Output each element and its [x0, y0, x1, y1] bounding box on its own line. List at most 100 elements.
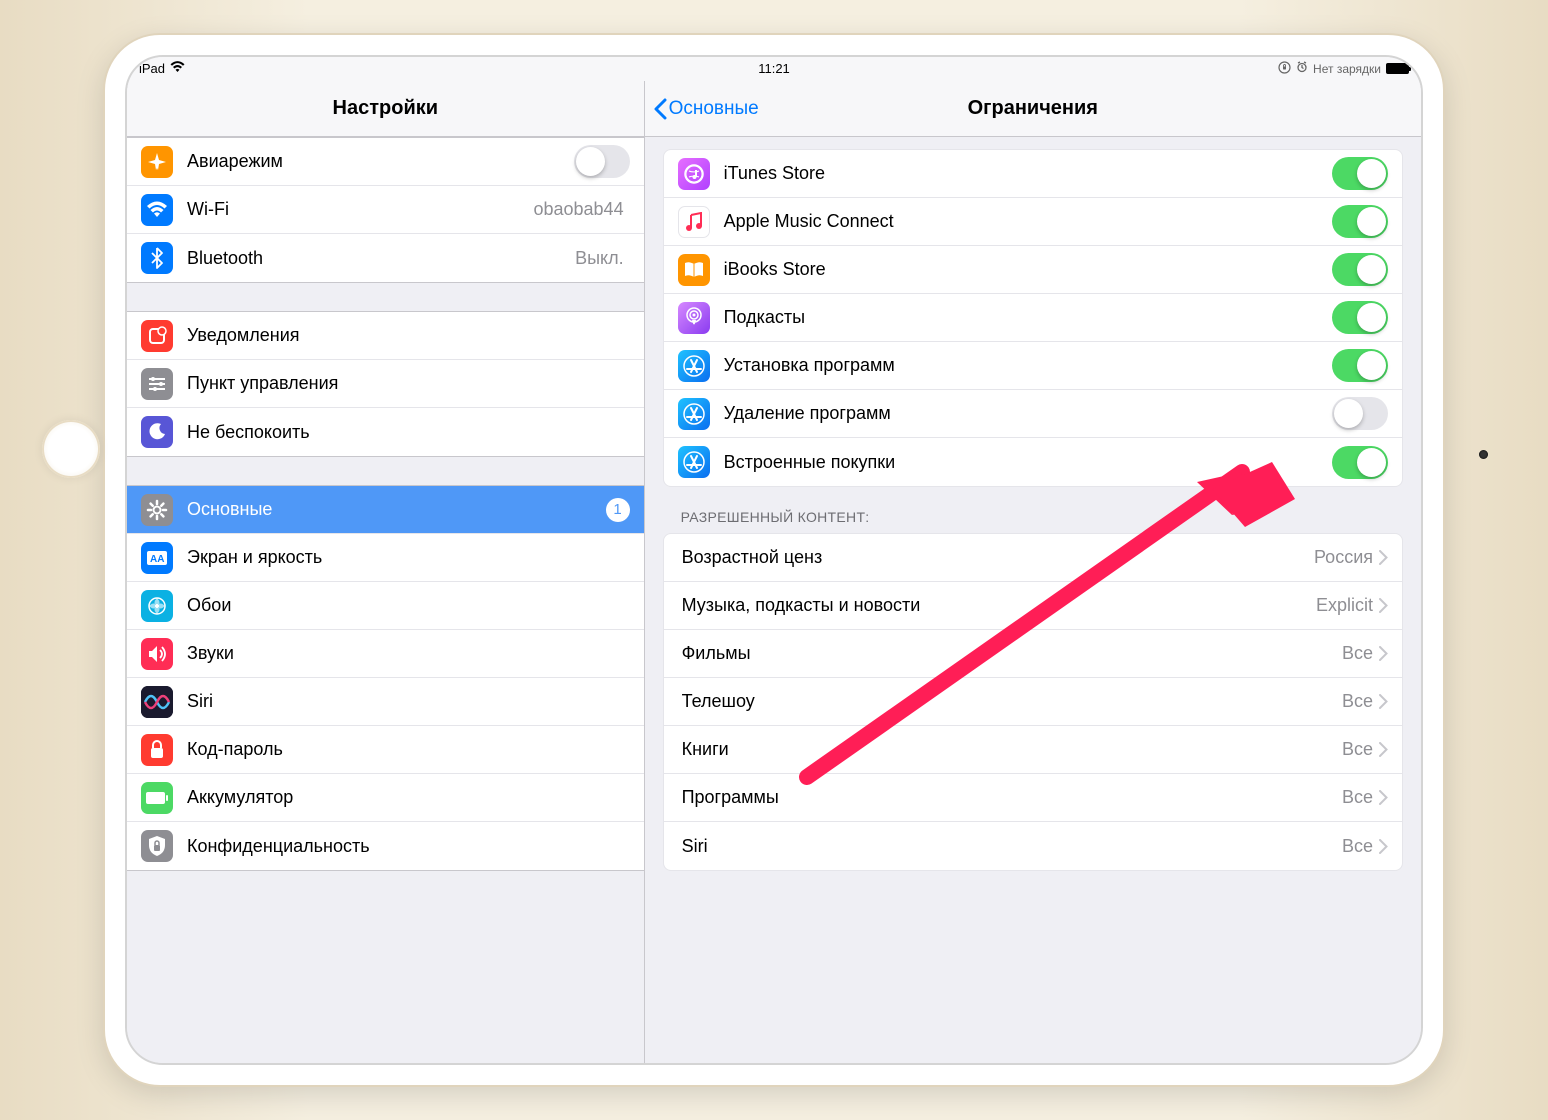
sidebar-row-display[interactable]: AA Экран и яркость: [127, 534, 644, 582]
restriction-row: Подкасты: [664, 294, 1402, 342]
restriction-toggle[interactable]: [1332, 205, 1388, 238]
lock-rotation-icon: [1278, 61, 1291, 77]
restriction-toggle[interactable]: [1332, 253, 1388, 286]
row-label: Основные: [187, 499, 600, 520]
battery-label: Нет зарядки: [1313, 62, 1381, 76]
content-label: Возрастной ценз: [682, 547, 1314, 568]
row-label: Siri: [187, 691, 630, 712]
status-bar: iPad 11:21 Нет зарядки: [127, 57, 1421, 81]
bluetooth-icon: [141, 242, 173, 274]
appstore-icon: [678, 446, 710, 478]
chevron-right-icon: [1379, 598, 1388, 613]
detail-title: Ограничения: [968, 97, 1098, 120]
restriction-label: Установка программ: [724, 355, 1332, 376]
restriction-row: iBooks Store: [664, 246, 1402, 294]
siri-icon: [141, 686, 173, 718]
restriction-row: Apple Music Connect: [664, 198, 1402, 246]
chevron-right-icon: [1379, 646, 1388, 661]
restriction-toggle[interactable]: [1332, 157, 1388, 190]
sidebar-row-dnd[interactable]: Не беспокоить: [127, 408, 644, 456]
chevron-right-icon: [1379, 694, 1388, 709]
restriction-toggle[interactable]: [1332, 301, 1388, 334]
row-label: Не беспокоить: [187, 422, 630, 443]
sidebar-row-wifi[interactable]: Wi-Fiobaobab44: [127, 186, 644, 234]
ibooks-icon: [678, 254, 710, 286]
content-label: Телешоу: [682, 691, 1342, 712]
dnd-icon: [141, 416, 173, 448]
itunes-icon: [678, 158, 710, 190]
appstore-icon: [678, 350, 710, 382]
restriction-toggle[interactable]: [1332, 397, 1388, 430]
wallpaper-icon: [141, 590, 173, 622]
back-button[interactable]: Основные: [653, 98, 759, 120]
camera-dot: [1479, 450, 1488, 459]
detail-header: Основные Ограничения: [645, 81, 1421, 137]
content-row[interactable]: Музыка, подкасты и новостиExplicit: [664, 582, 1402, 630]
chevron-right-icon: [1379, 742, 1388, 757]
back-label: Основные: [669, 98, 759, 120]
content-row[interactable]: Возрастной цензРоссия: [664, 534, 1402, 582]
toggle-airplane[interactable]: [574, 145, 630, 178]
sidebar-header: Настройки: [127, 81, 644, 137]
row-label: Пункт управления: [187, 373, 630, 394]
badge: 1: [606, 498, 630, 522]
row-value: obaobab44: [533, 199, 623, 220]
privacy-icon: [141, 830, 173, 862]
wifi-icon: [141, 194, 173, 226]
sidebar-row-battery[interactable]: Аккумулятор: [127, 774, 644, 822]
row-label: Экран и яркость: [187, 547, 630, 568]
sidebar-row-airplane[interactable]: Авиарежим: [127, 138, 644, 186]
content-row[interactable]: КнигиВсе: [664, 726, 1402, 774]
passcode-icon: [141, 734, 173, 766]
content-value: Все: [1342, 787, 1373, 808]
row-value: Выкл.: [575, 248, 624, 269]
restriction-label: Подкасты: [724, 307, 1332, 328]
controlcenter-icon: [141, 368, 173, 400]
content-value: Россия: [1314, 547, 1373, 568]
content-row[interactable]: SiriВсе: [664, 822, 1402, 870]
sidebar-row-bluetooth[interactable]: BluetoothВыкл.: [127, 234, 644, 282]
restriction-label: Удаление программ: [724, 403, 1332, 424]
restriction-row: Установка программ: [664, 342, 1402, 390]
content-label: Книги: [682, 739, 1342, 760]
music-icon: [678, 206, 710, 238]
restriction-row: iTunes Store: [664, 150, 1402, 198]
appstore-icon: [678, 398, 710, 430]
sidebar-row-wallpaper[interactable]: Обои: [127, 582, 644, 630]
content-label: Siri: [682, 836, 1342, 857]
sidebar-row-privacy[interactable]: Конфиденциальность: [127, 822, 644, 870]
chevron-right-icon: [1379, 790, 1388, 805]
sidebar-row-siri[interactable]: Siri: [127, 678, 644, 726]
sidebar-row-sounds[interactable]: Звуки: [127, 630, 644, 678]
content-label: Программы: [682, 787, 1342, 808]
restriction-toggle[interactable]: [1332, 446, 1388, 479]
sidebar-row-passcode[interactable]: Код-пароль: [127, 726, 644, 774]
row-label: Авиарежим: [187, 151, 574, 172]
row-label: Код-пароль: [187, 739, 630, 760]
chevron-right-icon: [1379, 839, 1388, 854]
sidebar-row-controlcenter[interactable]: Пункт управления: [127, 360, 644, 408]
sidebar-row-notifications[interactable]: Уведомления: [127, 312, 644, 360]
content-value: Explicit: [1316, 595, 1373, 616]
restriction-label: iBooks Store: [724, 259, 1332, 280]
content-row[interactable]: ПрограммыВсе: [664, 774, 1402, 822]
content-section-header: РАЗРЕШЕННЫЙ КОНТЕНТ:: [645, 487, 1421, 533]
wifi-icon: [170, 61, 185, 76]
notifications-icon: [141, 320, 173, 352]
content-row[interactable]: ФильмыВсе: [664, 630, 1402, 678]
sounds-icon: [141, 638, 173, 670]
content-value: Все: [1342, 691, 1373, 712]
device-label: iPad: [139, 61, 165, 76]
svg-text:AA: AA: [150, 554, 164, 565]
airplane-icon: [141, 146, 173, 178]
row-label: Обои: [187, 595, 630, 616]
content-value: Все: [1342, 739, 1373, 760]
home-button[interactable]: [42, 420, 100, 478]
restriction-row: Встроенные покупки: [664, 438, 1402, 486]
content-row[interactable]: ТелешоуВсе: [664, 678, 1402, 726]
restriction-toggle[interactable]: [1332, 349, 1388, 382]
battery-icon: [1386, 63, 1409, 74]
sidebar-title: Настройки: [333, 97, 439, 120]
row-label: Уведомления: [187, 325, 630, 346]
sidebar-row-general[interactable]: Основные 1: [127, 486, 644, 534]
